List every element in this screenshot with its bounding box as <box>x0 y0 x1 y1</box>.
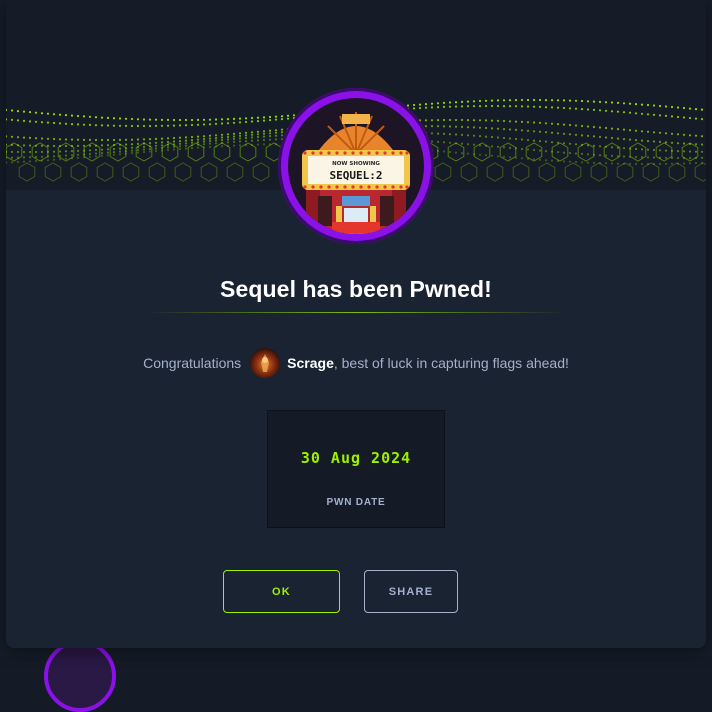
congrats-prefix: Congratulations <box>143 355 242 371</box>
modal-header-area <box>6 0 706 90</box>
marquee-small-text: NOW SHOWING <box>332 161 380 167</box>
background-machine-avatar <box>44 640 116 712</box>
congrats-message: Congratulations Scrage , best of luck in… <box>6 346 706 380</box>
pwn-date-value: 30 Aug 2024 <box>300 449 412 467</box>
user-avatar[interactable] <box>250 348 281 378</box>
user-name-link[interactable]: Scrage <box>287 355 334 371</box>
modal-title: Sequel has been Pwned! <box>220 276 492 302</box>
ok-button[interactable]: OK <box>223 570 340 613</box>
user-avatar-image <box>261 354 270 372</box>
pwned-modal: NOW SHOWING SEQUEL:2 Sequel has been Pwn… <box>6 0 706 648</box>
title-divider <box>146 312 566 313</box>
theater-icon: NOW SHOWING SEQUEL:2 <box>288 98 424 234</box>
share-button[interactable]: SHARE <box>364 570 458 613</box>
machine-avatar: NOW SHOWING SEQUEL:2 <box>278 88 434 244</box>
pwn-date-card: 30 Aug 2024 PWN DATE <box>267 410 445 528</box>
pwn-date-label: PWN DATE <box>326 497 386 508</box>
marquee-big-text: SEQUEL:2 <box>330 169 383 182</box>
congrats-suffix: , best of luck in capturing flags ahead! <box>333 355 569 371</box>
